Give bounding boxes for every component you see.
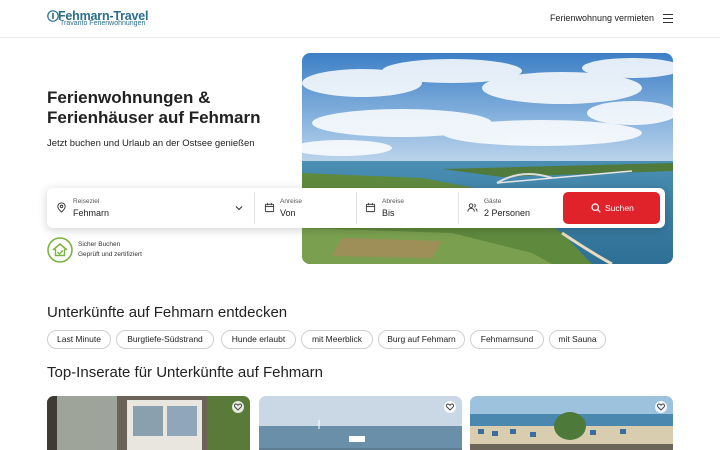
guests-label: Gäste: [484, 198, 502, 205]
chip-hunde-erlaubt[interactable]: Hunde erlaubt: [221, 330, 296, 349]
search-icon: [591, 203, 601, 213]
listing-image: [47, 396, 250, 450]
favorite-heart-icon[interactable]: [444, 401, 456, 413]
hamburger-menu-icon[interactable]: [663, 14, 673, 24]
favorite-heart-icon[interactable]: [232, 401, 244, 413]
departure-label: Abreise: [382, 198, 405, 205]
listing-card[interactable]: [470, 396, 673, 450]
verified-house-icon: [47, 237, 73, 263]
badge-subtitle: Geprüft und zertifiziert: [78, 251, 142, 258]
listing-card[interactable]: [259, 396, 462, 450]
logo-subtitle: Travanto Ferienwohnungen: [60, 20, 146, 27]
location-pin-icon: [57, 202, 66, 213]
users-icon: [467, 203, 478, 212]
guests-value: 2 Personen: [484, 208, 531, 218]
discover-section-title: Unterkünfte auf Fehmarn entdecken: [47, 304, 288, 321]
rent-out-link[interactable]: Ferienwohnung vermieten: [550, 13, 654, 23]
hero-image: [302, 53, 673, 264]
destination-field[interactable]: Reiseziel Fehmarn: [47, 188, 254, 228]
departure-value: Bis: [382, 208, 395, 218]
chip-mit-meerblick[interactable]: mit Meerblick: [301, 330, 373, 349]
departure-field[interactable]: Abreise Bis: [357, 188, 458, 228]
destination-label: Reiseziel: [73, 198, 100, 205]
search-bar: Reiseziel Fehmarn Anreise Von Abreise Bi…: [47, 188, 665, 228]
destination-value: Fehmarn: [73, 208, 110, 218]
site-header: Fehmarn-Travel Travanto Ferienwohnungen …: [0, 0, 720, 38]
calendar-icon: [365, 202, 376, 213]
chip-burgtiefe-suedstrand[interactable]: Burgtiefe-Südstrand: [116, 330, 214, 349]
page-subtitle: Jetzt buchen und Urlaub an der Ostsee ge…: [47, 138, 255, 149]
hero-landscape-illustration: [302, 53, 673, 264]
top-listings-title: Top-Inserate für Unterkünfte auf Fehmarn: [47, 364, 323, 381]
listing-image: [470, 396, 673, 450]
search-button-label: Suchen: [605, 203, 634, 213]
arrival-field[interactable]: Anreise Von: [255, 188, 356, 228]
chevron-down-icon[interactable]: [235, 204, 243, 212]
site-logo[interactable]: Fehmarn-Travel Travanto Ferienwohnungen: [47, 8, 167, 30]
page-title: Ferienwohnungen & Ferienhäuser auf Fehma…: [47, 88, 261, 127]
listing-image: [259, 396, 462, 450]
favorite-heart-icon[interactable]: [655, 401, 667, 413]
calendar-icon: [264, 202, 275, 213]
badge-title: Sicher Buchen: [78, 241, 121, 248]
chip-mit-sauna[interactable]: mit Sauna: [549, 330, 606, 349]
chip-fehmarnsund[interactable]: Fehmarnsund: [470, 330, 544, 349]
chip-last-minute[interactable]: Last Minute: [47, 330, 111, 349]
guests-field[interactable]: Gäste 2 Personen: [459, 188, 561, 228]
chip-burg-auf-fehmarn[interactable]: Burg auf Fehmarn: [378, 330, 465, 349]
arrival-label: Anreise: [280, 198, 303, 205]
search-button[interactable]: Suchen: [563, 192, 660, 224]
arrival-value: Von: [280, 208, 296, 218]
listing-card[interactable]: [47, 396, 250, 450]
